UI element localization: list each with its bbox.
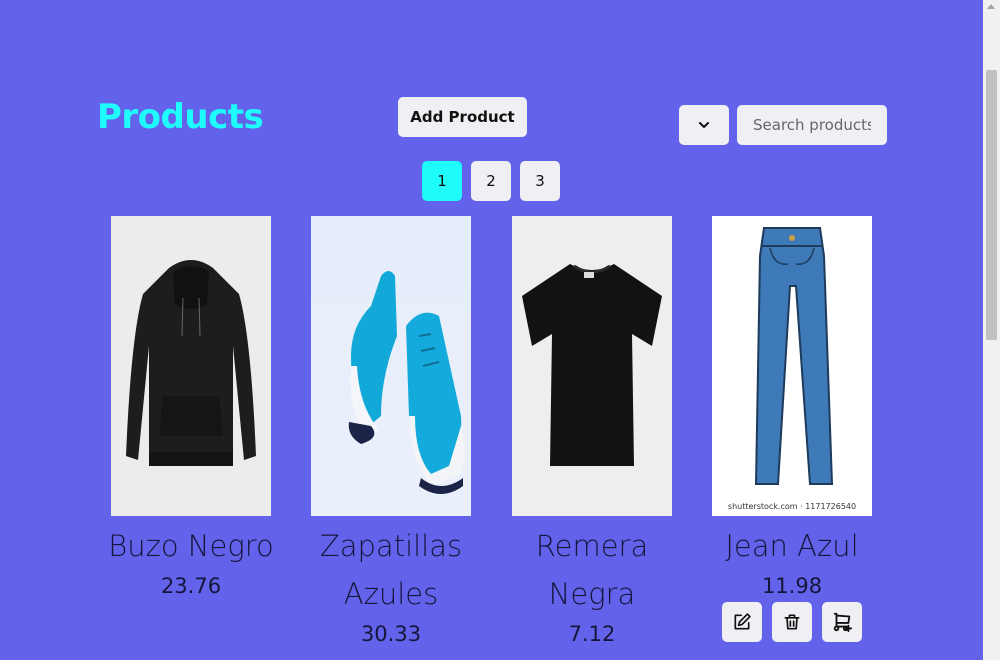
add-product-button[interactable]: Add Product — [398, 97, 527, 137]
vertical-scrollbar[interactable] — [983, 0, 1000, 660]
add-to-cart-button[interactable] — [822, 602, 862, 642]
product-image-blue-jeans: shutterstock.com · 1171726540 — [712, 216, 872, 516]
product-name: Jean Azul — [725, 529, 859, 563]
product-name: Zapatillas Azules — [319, 529, 463, 611]
product-name: Remera Negra — [535, 529, 649, 611]
search-input[interactable] — [737, 105, 887, 145]
trash-icon — [784, 614, 800, 630]
pencil-square-icon — [734, 613, 751, 630]
scrollbar-thumb[interactable] — [986, 70, 997, 340]
product-price: 23.76 — [160, 574, 222, 598]
product-card: Zapatillas Azules 30.33 — [291, 216, 491, 646]
pagination: 1 2 3 — [422, 161, 560, 201]
product-image-black-hoodie — [111, 216, 271, 516]
products-page: Products Add Product 1 2 3 Buzo Negro 23… — [0, 0, 983, 660]
product-actions — [692, 602, 892, 642]
chevron-down-icon — [699, 122, 709, 128]
product-image-blue-sneakers — [311, 216, 471, 516]
page-button-2[interactable]: 2 — [471, 161, 511, 201]
page-button-1[interactable]: 1 — [422, 161, 462, 201]
delete-button[interactable] — [772, 602, 812, 642]
edit-button[interactable] — [722, 602, 762, 642]
product-card: Remera Negra 7.12 — [492, 216, 692, 646]
product-name: Buzo Negro — [108, 529, 274, 563]
scroll-up-arrow-icon[interactable] — [987, 4, 995, 9]
product-card: shutterstock.com · 1171726540 Jean Azul … — [692, 216, 892, 642]
page-button-3[interactable]: 3 — [520, 161, 560, 201]
product-image-black-tshirt — [512, 216, 672, 516]
product-price: 11.98 — [761, 574, 823, 598]
product-price: 7.12 — [568, 622, 616, 646]
product-price: 30.33 — [360, 622, 422, 646]
image-watermark: shutterstock.com · 1171726540 — [728, 502, 856, 511]
sort-dropdown[interactable] — [679, 105, 729, 145]
page-title: Products — [97, 97, 264, 137]
cart-plus-icon — [833, 612, 853, 633]
product-card: Buzo Negro 23.76 — [91, 216, 291, 598]
